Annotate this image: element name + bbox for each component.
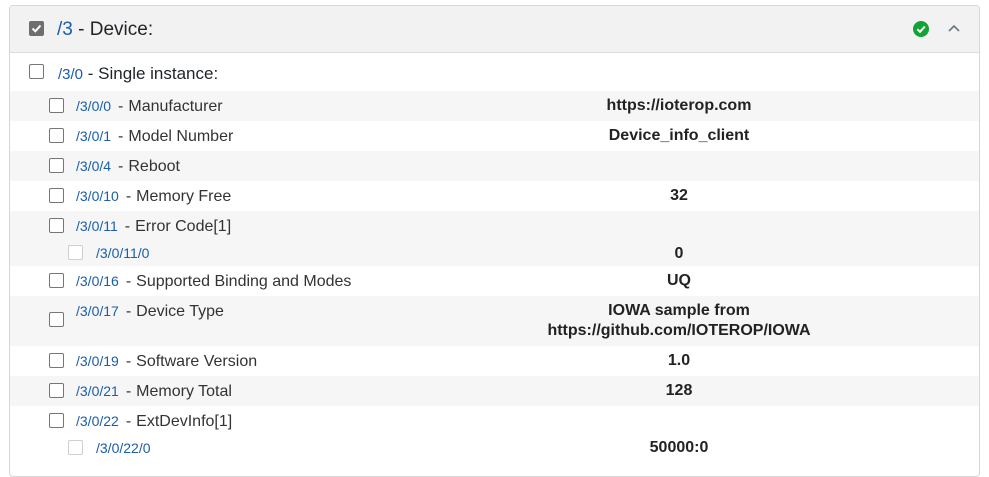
resource-value: https://ioterop.com — [606, 97, 752, 114]
resource-row-supported-binding: /3/0/16- Supported Binding and Modes UQ — [10, 266, 979, 296]
resource-label: /3/0/22- ExtDevInfo[1] — [76, 413, 233, 430]
resource-checkbox[interactable] — [49, 383, 64, 398]
resource-name: Reboot — [128, 158, 180, 175]
instance-path-link[interactable]: /3/0 — [58, 66, 83, 83]
resource-checkbox[interactable] — [49, 353, 64, 368]
resource-row-error-code: /3/0/11- Error Code[1] /3/0/11/0 0 — [10, 211, 979, 266]
resource-path-link[interactable]: /3/0/19 — [76, 353, 119, 369]
sub-resource-path-link[interactable]: /3/0/11/0 — [96, 243, 149, 263]
instance-checkbox[interactable] — [29, 64, 44, 79]
resource-row-ext-dev-info: /3/0/22- ExtDevInfo[1] /3/0/22/0 50000:0 — [10, 406, 979, 466]
instance-title-text: Single instance: — [98, 64, 219, 83]
sub-resource-checkbox — [68, 245, 83, 260]
resource-row-memory-free: /3/0/10- Memory Free 32 — [10, 181, 979, 211]
resource-name: Device Type — [136, 303, 224, 320]
resource-label: /3/0/16- Supported Binding and Modes — [76, 273, 352, 290]
resource-path-link[interactable]: /3/0/16 — [76, 273, 119, 289]
resource-name: ExtDevInfo[1] — [136, 413, 233, 430]
resource-path-link[interactable]: /3/0/17 — [76, 303, 119, 319]
resource-checkbox[interactable] — [49, 218, 64, 233]
resource-value: 128 — [665, 382, 693, 399]
resource-row-reboot: /3/0/4- Reboot — [10, 151, 979, 181]
sub-resource-value: 50000:0 — [649, 439, 709, 456]
resource-checkbox[interactable] — [49, 188, 64, 203]
panel-header[interactable]: /3 - Device: — [10, 6, 979, 53]
instance-title: /3/0 - Single instance: — [58, 64, 218, 85]
resource-path-link[interactable]: /3/0/0 — [76, 98, 111, 114]
resource-path-link[interactable]: /3/0/1 — [76, 128, 111, 144]
resource-value: 32 — [670, 187, 688, 204]
device-panel: /3 - Device: /3/0 - Single instance: /3/… — [9, 5, 980, 477]
resource-value: Device_info_client — [608, 127, 750, 144]
resource-path-link[interactable]: /3/0/22 — [76, 413, 119, 429]
object-path-link[interactable]: /3 — [57, 19, 73, 40]
resource-row-manufacturer: /3/0/0- Manufacturer https://ioterop.com — [10, 91, 979, 121]
resource-row-device-type: /3/0/17- Device Type IOWA sample from htt… — [10, 296, 979, 346]
sub-resource-checkbox — [68, 440, 83, 455]
resource-name: Memory Free — [136, 188, 232, 205]
resource-row-memory-total: /3/0/21- Memory Total 128 — [10, 376, 979, 406]
check-circle-icon — [913, 21, 929, 37]
resource-checkbox[interactable] — [49, 312, 64, 327]
resource-value: UQ — [667, 272, 691, 289]
resource-path-link[interactable]: /3/0/4 — [76, 158, 111, 174]
resource-checkbox[interactable] — [49, 128, 64, 143]
resource-name: Manufacturer — [128, 98, 223, 115]
resource-checkbox[interactable] — [49, 413, 64, 428]
resource-label: /3/0/10- Memory Free — [76, 188, 232, 205]
chevron-up-icon[interactable] — [946, 20, 962, 36]
resource-row-model-number: /3/0/1- Model Number Device_info_client — [10, 121, 979, 151]
resource-value: 1.0 — [667, 352, 691, 369]
resource-name: Memory Total — [136, 383, 232, 400]
sub-resource-path-link[interactable]: /3/0/22/0 — [96, 438, 151, 458]
instance-row: /3/0 - Single instance: — [10, 53, 979, 91]
resource-checkbox[interactable] — [49, 98, 64, 113]
instance-title-separator: - — [87, 64, 94, 83]
resource-value-line1: IOWA sample from — [608, 302, 750, 319]
resource-path-link[interactable]: /3/0/21 — [76, 383, 119, 399]
resource-label: /3/0/17- Device Type — [76, 303, 224, 320]
resource-checkbox[interactable] — [49, 273, 64, 288]
resource-label: /3/0/11- Error Code[1] — [76, 218, 232, 235]
resource-path-link[interactable]: /3/0/10 — [76, 188, 119, 204]
resource-label: /3/0/0- Manufacturer — [76, 98, 223, 115]
resource-name: Supported Binding and Modes — [136, 273, 352, 290]
resource-name: Software Version — [136, 353, 258, 370]
sub-resource-value: 0 — [674, 245, 684, 262]
resource-name: Model Number — [128, 128, 234, 145]
resource-label: /3/0/4- Reboot — [76, 158, 180, 175]
resource-label: /3/0/1- Model Number — [76, 128, 234, 145]
resource-path-link[interactable]: /3/0/11 — [76, 218, 118, 234]
object-title-separator: - — [78, 19, 85, 40]
resource-label: /3/0/21- Memory Total — [76, 383, 232, 400]
resource-value-line2: https://github.com/IOTEROP/IOWA — [547, 322, 811, 339]
resource-label: /3/0/19- Software Version — [76, 353, 258, 370]
resource-checkbox[interactable] — [49, 158, 64, 173]
resource-name: Error Code[1] — [135, 218, 232, 235]
resource-row-software-version: /3/0/19- Software Version 1.0 — [10, 346, 979, 376]
object-checkbox[interactable] — [29, 21, 44, 36]
object-title: /3 - Device: — [57, 19, 153, 41]
object-title-text: Device: — [89, 19, 154, 40]
